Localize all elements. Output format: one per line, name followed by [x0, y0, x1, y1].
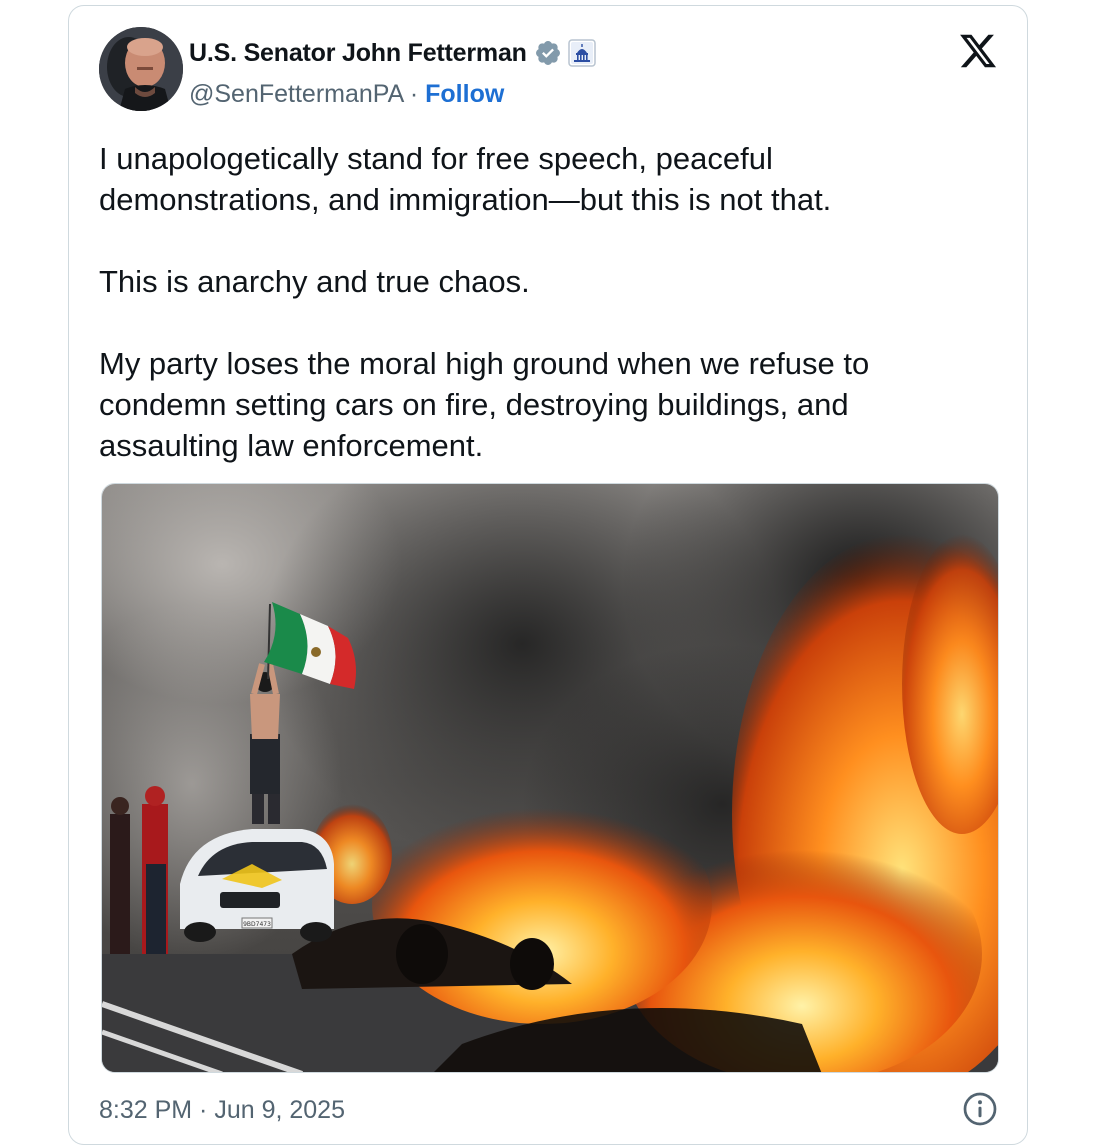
tweet-paragraph: My party loses the moral high ground whe… — [99, 346, 870, 463]
verified-icon — [535, 41, 560, 65]
burning-car-photo: 9BD7473 — [102, 484, 998, 1072]
author-handle[interactable]: @SenFettermanPA — [189, 80, 403, 108]
tweet-text: I unapologetically stand for free speech… — [99, 138, 979, 466]
tweet-paragraph: I unapologetically stand for free speech… — [99, 141, 832, 217]
avatar[interactable] — [99, 27, 183, 111]
x-logo-icon[interactable] — [957, 31, 999, 71]
author-name-row: U.S. Senator John Fetterman — [189, 36, 596, 70]
tweet-card: U.S. Senator John Fetterman @SenFetterma… — [68, 5, 1028, 1145]
avatar-image — [99, 27, 183, 111]
capitol-affiliation-icon[interactable] — [567, 39, 596, 67]
handle-separator: · — [409, 80, 419, 108]
license-plate: 9BD7473 — [243, 921, 271, 928]
follow-button[interactable]: Follow — [425, 80, 504, 108]
author-name[interactable]: U.S. Senator John Fetterman — [189, 39, 527, 68]
tweet-timestamp[interactable]: 8:32 PM · Jun 9, 2025 — [99, 1090, 345, 1130]
tweet-photo[interactable]: 9BD7473 — [101, 483, 999, 1073]
info-icon[interactable] — [962, 1091, 998, 1127]
author-handle-row: @SenFettermanPA · Follow — [189, 76, 504, 112]
tweet-paragraph: This is anarchy and true chaos. — [99, 264, 530, 299]
